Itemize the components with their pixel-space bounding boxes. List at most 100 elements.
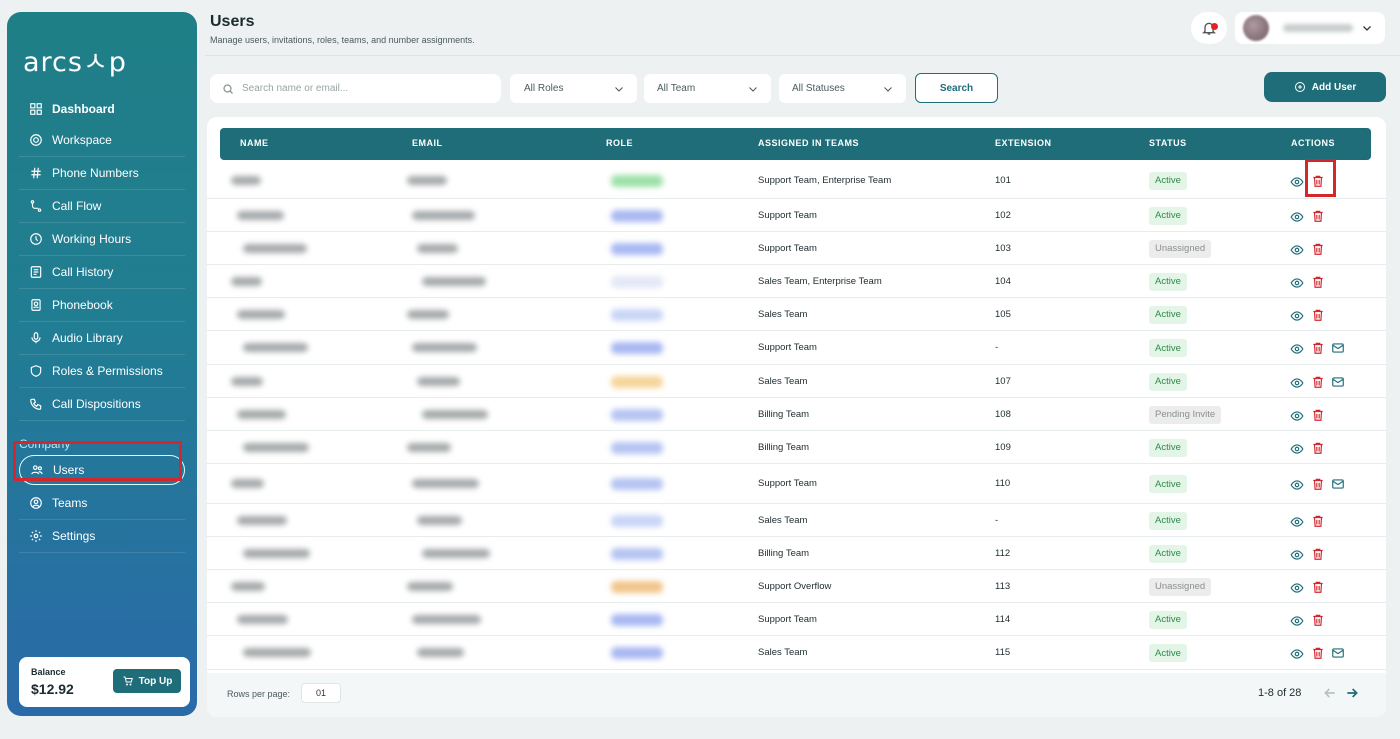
delete-button[interactable] [1311, 580, 1325, 594]
cart-icon [123, 676, 133, 686]
profile-menu[interactable] [1235, 12, 1385, 44]
search-button[interactable]: Search [915, 73, 998, 103]
view-button[interactable] [1290, 442, 1304, 456]
delete-button[interactable] [1311, 514, 1325, 528]
delete-button[interactable] [1311, 275, 1325, 289]
table-row[interactable]: Support Team 110 Active [207, 464, 1386, 504]
view-button[interactable] [1290, 478, 1304, 492]
redacted-name [243, 548, 310, 558]
view-button[interactable] [1290, 515, 1304, 529]
roles-select[interactable]: All Roles [510, 74, 637, 103]
table-row[interactable]: Sales Team 115 Active [207, 636, 1386, 670]
table-row[interactable]: Support Team 103 Unassigned [207, 232, 1386, 265]
sidebar-item-audio-library[interactable]: Audio Library [19, 322, 185, 355]
sidebar-item-phonebook[interactable]: Phonebook [19, 289, 185, 322]
view-button[interactable] [1290, 309, 1304, 323]
column-header-extension[interactable]: EXTENSION [995, 138, 1052, 148]
delete-button[interactable] [1311, 646, 1325, 660]
teams-cell: Support Team [758, 342, 817, 353]
table-row[interactable]: Support Overflow 113 Unassigned [207, 570, 1386, 603]
team-select[interactable]: All Team [644, 74, 771, 103]
table-row[interactable]: Sales Team 105 Active [207, 298, 1386, 331]
resend-invite-button[interactable] [1331, 375, 1345, 389]
sidebar-item-call-dispositions[interactable]: Call Dispositions [19, 388, 185, 421]
resend-invite-button[interactable] [1331, 477, 1345, 491]
table-row[interactable]: Billing Team 109 Active [207, 431, 1386, 464]
view-button[interactable] [1290, 614, 1304, 628]
view-button[interactable] [1290, 548, 1304, 562]
table-row[interactable]: Sales Team 107 Active [207, 365, 1386, 398]
column-header-email[interactable]: EMAIL [412, 138, 443, 148]
redacted-role-badge [611, 308, 663, 321]
column-header-name[interactable]: NAME [240, 138, 269, 148]
delete-button[interactable] [1311, 441, 1325, 455]
extension-cell: 114 [995, 613, 1011, 625]
delete-button[interactable] [1311, 408, 1325, 422]
sidebar-item-settings[interactable]: Settings [19, 520, 185, 553]
arrow-left-icon[interactable] [1322, 685, 1338, 701]
sidebar-item-dashboard[interactable]: Dashboard [19, 94, 185, 124]
view-button[interactable] [1290, 243, 1304, 257]
status-badge: Active [1149, 544, 1187, 563]
sidebar-item-users[interactable]: Users [19, 455, 185, 485]
delete-button[interactable] [1311, 209, 1325, 223]
phone-icon-wrap [29, 397, 43, 411]
arrow-right-icon[interactable] [1344, 685, 1360, 701]
sidebar-item-label: Phonebook [52, 298, 113, 312]
table-row[interactable]: Billing Team 108 Pending Invite [207, 398, 1386, 431]
redacted-email [407, 175, 447, 185]
sidebar-item-working-hours[interactable]: Working Hours [19, 223, 185, 256]
view-button[interactable] [1290, 409, 1304, 423]
teams-cell: Sales Team [758, 308, 808, 320]
sidebar-item-label: Call Dispositions [52, 397, 141, 411]
delete-button[interactable] [1311, 613, 1325, 627]
table-row[interactable]: Sales Team - Active [207, 504, 1386, 537]
teams-cell: Support Team [758, 613, 817, 625]
trash-icon [1313, 243, 1323, 255]
redacted-email [412, 614, 481, 624]
sidebar-item-teams[interactable]: Teams [19, 487, 185, 520]
delete-button[interactable] [1311, 375, 1325, 389]
view-button[interactable] [1290, 210, 1304, 224]
notification-button[interactable] [1191, 12, 1227, 44]
table-row[interactable]: Support Team 102 Active [207, 199, 1386, 232]
delete-button[interactable] [1311, 242, 1325, 256]
delete-button[interactable] [1311, 308, 1325, 322]
search-input[interactable] [242, 83, 482, 94]
resend-invite-button[interactable] [1331, 646, 1345, 660]
brand-logo[interactable]: arcsㅅp [23, 40, 127, 79]
sidebar-item-call-flow[interactable]: Call Flow [19, 190, 185, 223]
table-row[interactable]: Support Team 114 Active [207, 603, 1386, 636]
view-button[interactable] [1290, 376, 1304, 390]
rows-per-page-input[interactable]: 01 [301, 683, 341, 703]
add-user-button[interactable]: Add User [1264, 72, 1386, 102]
table-row[interactable]: Support Team, Enterprise Team 101 Active [207, 162, 1386, 199]
sidebar-item-roles-permissions[interactable]: Roles & Permissions [19, 355, 185, 388]
column-header-status[interactable]: STATUS [1149, 138, 1187, 148]
column-header-role[interactable]: ROLE [606, 138, 633, 148]
column-header-teams[interactable]: ASSIGNED IN TEAMS [758, 138, 859, 148]
view-button[interactable] [1290, 581, 1304, 595]
sidebar-item-call-history[interactable]: Call History [19, 256, 185, 289]
status-select[interactable]: All Statuses [779, 74, 906, 103]
table-row[interactable]: Billing Team 112 Active [207, 537, 1386, 570]
status-badge: Active [1149, 372, 1187, 391]
delete-button[interactable] [1311, 174, 1325, 188]
table-row[interactable]: Sales Team, Enterprise Team 104 Active [207, 265, 1386, 298]
table-header: NAME EMAIL ROLE ASSIGNED IN TEAMS EXTENS… [220, 128, 1371, 160]
sidebar-item-workspace[interactable]: Workspace [19, 124, 185, 157]
sidebar-item-phone-numbers[interactable]: Phone Numbers [19, 157, 185, 190]
view-button[interactable] [1290, 175, 1304, 189]
table-row[interactable]: Support Team - Active [207, 331, 1386, 365]
delete-button[interactable] [1311, 477, 1325, 491]
extension-cell: 101 [995, 174, 1011, 186]
trash-icon [1313, 647, 1323, 659]
top-up-button[interactable]: Top Up [113, 669, 181, 693]
resend-invite-button[interactable] [1331, 341, 1345, 355]
delete-button[interactable] [1311, 341, 1325, 355]
view-button[interactable] [1290, 647, 1304, 661]
redacted-name [237, 210, 284, 220]
view-button[interactable] [1290, 342, 1304, 356]
delete-button[interactable] [1311, 547, 1325, 561]
view-button[interactable] [1290, 276, 1304, 290]
